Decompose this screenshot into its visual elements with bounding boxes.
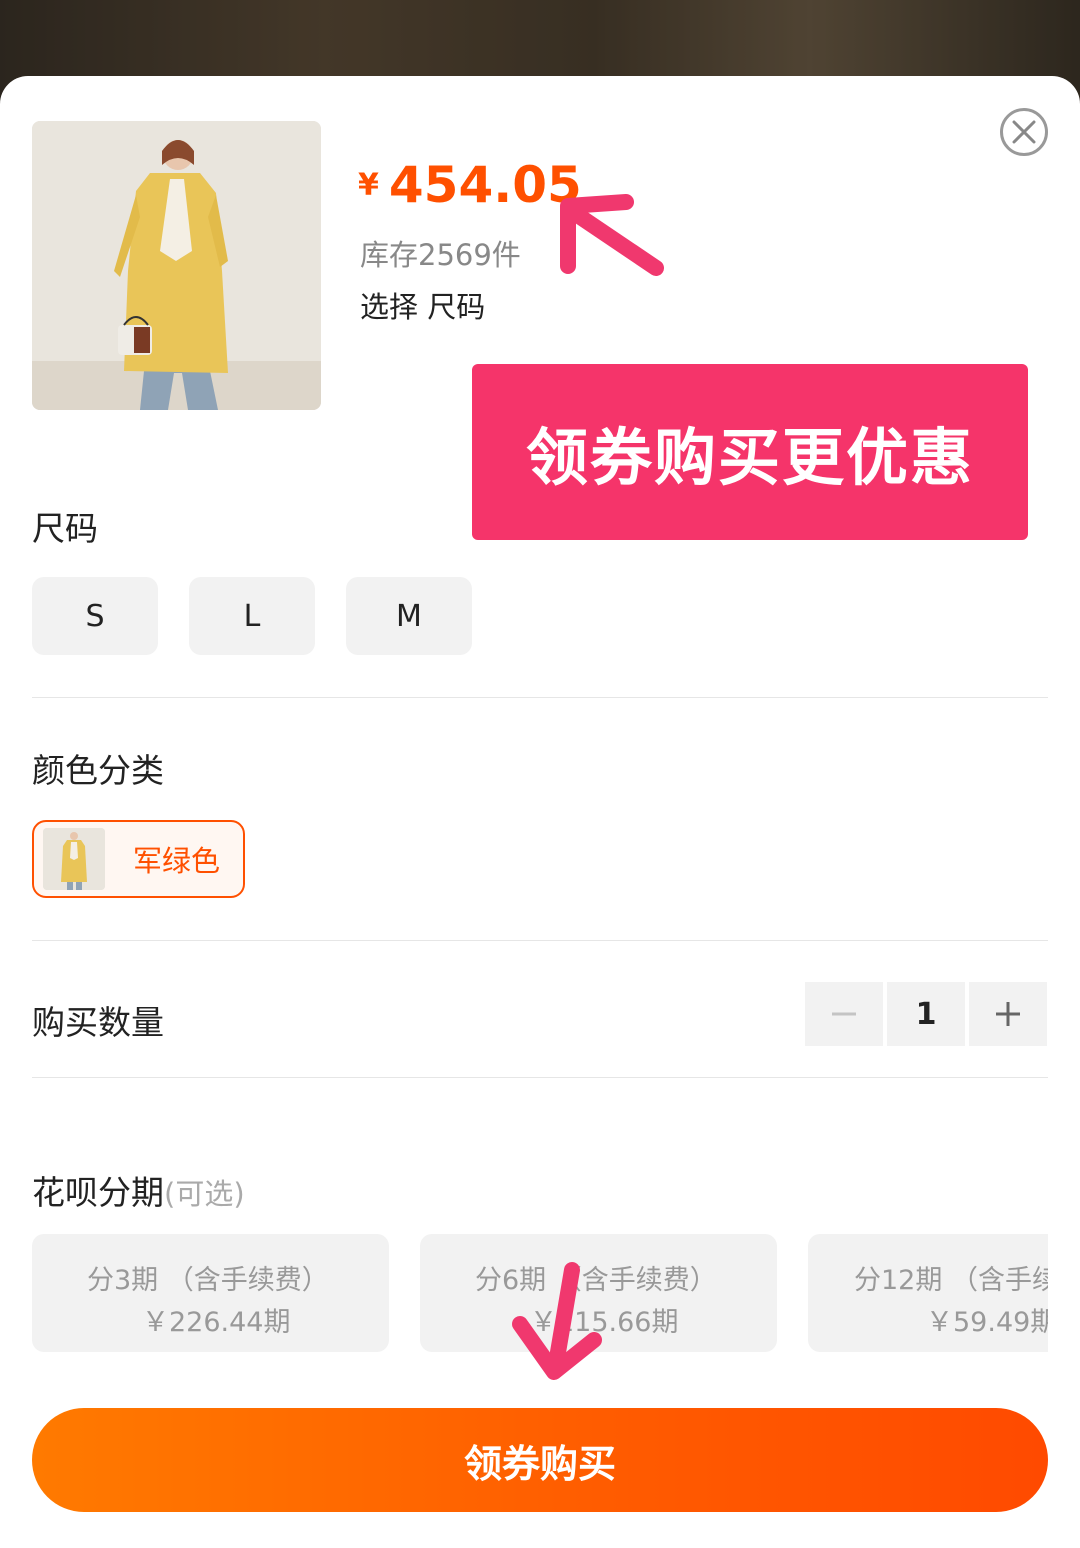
installment-plan-amount: ￥226.44期 xyxy=(142,1307,291,1338)
plus-icon xyxy=(996,1002,1020,1026)
color-section-title: 颜色分类 xyxy=(32,751,164,790)
color-option-label: 军绿色 xyxy=(133,844,221,878)
quantity-section-title: 购买数量 xyxy=(32,1003,164,1042)
coupon-promo-banner: 领券购买更优惠 xyxy=(472,364,1028,540)
installment-plan-amount: ￥115.66期 xyxy=(530,1307,679,1338)
size-option-l[interactable]: L xyxy=(189,577,315,655)
installment-plan-term: 分12期 （含手续费） xyxy=(854,1265,1048,1296)
stock-count: 库存2569件 xyxy=(360,238,521,272)
product-photo-illustration xyxy=(32,121,321,410)
close-icon xyxy=(1012,120,1036,144)
color-option-selected[interactable]: 军绿色 xyxy=(32,820,245,898)
sku-selection-sheet: ¥454.05 库存2569件 选择 尺码 领券购买更优惠 尺码 S L M 颜… xyxy=(0,76,1080,1548)
installment-plan-6[interactable]: 分6期 （含手续费） ￥115.66期 xyxy=(420,1234,777,1352)
installment-plan-amount: ￥59.49期 xyxy=(926,1307,1048,1338)
installment-optional-note: (可选) xyxy=(164,1177,245,1211)
price-value: 454.05 xyxy=(388,156,582,214)
quantity-increase-button[interactable] xyxy=(969,982,1047,1046)
divider xyxy=(32,697,1048,698)
product-thumbnail[interactable] xyxy=(32,121,321,410)
quantity-decrease-button[interactable] xyxy=(805,982,883,1046)
selection-hint: 选择 尺码 xyxy=(360,290,486,324)
divider xyxy=(32,1077,1048,1078)
minus-icon xyxy=(832,1012,856,1016)
size-option-m[interactable]: M xyxy=(346,577,472,655)
close-button[interactable] xyxy=(1000,108,1048,156)
size-section-title: 尺码 xyxy=(32,509,98,548)
installment-plan-term: 分6期 （含手续费） xyxy=(475,1265,717,1296)
installment-plan-term: 分3期 （含手续费） xyxy=(87,1265,329,1296)
quantity-stepper: 1 xyxy=(805,982,1047,1046)
installment-title-text: 花呗分期 xyxy=(32,1173,164,1212)
installment-plan-list[interactable]: 分3期 （含手续费） ￥226.44期 分6期 （含手续费） ￥115.66期 … xyxy=(32,1234,1048,1352)
divider xyxy=(32,940,1048,941)
color-option-thumbnail xyxy=(43,828,105,890)
quantity-value[interactable]: 1 xyxy=(887,982,965,1046)
price: ¥454.05 xyxy=(358,156,582,214)
installment-plan-3[interactable]: 分3期 （含手续费） ￥226.44期 xyxy=(32,1234,389,1352)
currency-symbol: ¥ xyxy=(358,167,379,203)
installment-section-title: 花呗分期(可选) xyxy=(32,1166,245,1214)
claim-coupon-buy-button[interactable]: 领券购买 xyxy=(32,1408,1048,1512)
color-thumb-illustration xyxy=(43,828,105,890)
size-option-s[interactable]: S xyxy=(32,577,158,655)
installment-plan-12[interactable]: 分12期 （含手续费） ￥59.49期 xyxy=(808,1234,1048,1352)
